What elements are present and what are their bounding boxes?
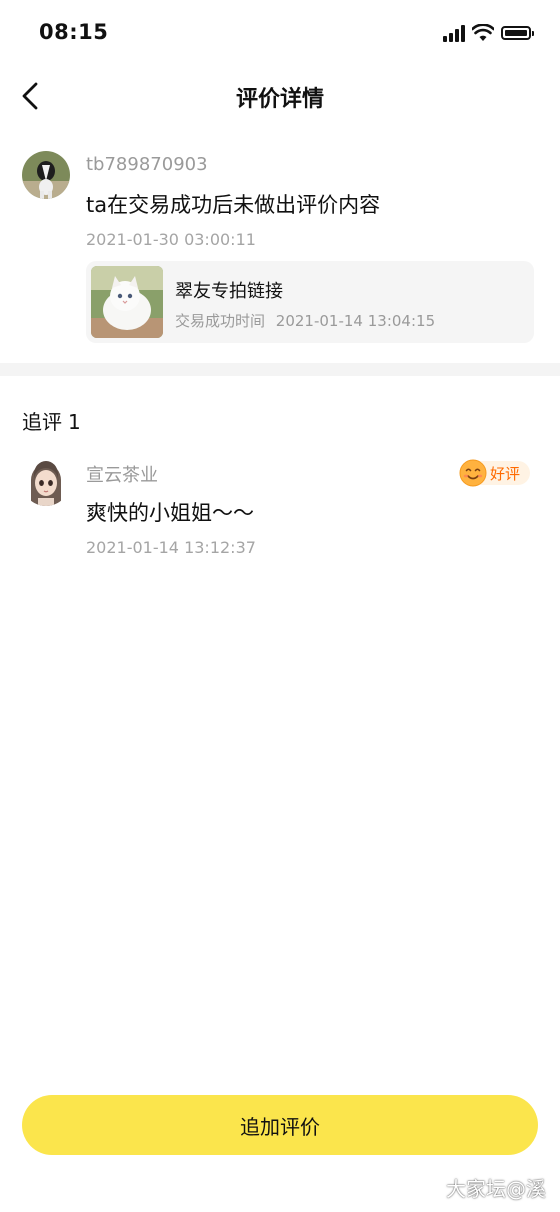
- trade-time-value: 2021-01-14 13:04:15: [275, 312, 436, 330]
- followup-time: 2021-01-14 13:12:37: [86, 538, 256, 557]
- smile-icon: [459, 459, 487, 487]
- followup-count: 1: [68, 410, 81, 434]
- product-trade-time: 交易成功时间 2021-01-14 13:04:15: [175, 310, 435, 331]
- add-review-button[interactable]: 追加评价: [22, 1095, 538, 1155]
- section-divider: [0, 363, 560, 376]
- product-thumbnail: [91, 266, 163, 338]
- status-bar: 08:15: [0, 0, 560, 64]
- rating-label: 好评: [490, 465, 521, 483]
- wifi-icon: [472, 24, 494, 41]
- followup-username[interactable]: 宣云茶业: [86, 461, 158, 487]
- product-name: 翠友专拍链接: [175, 281, 283, 302]
- page-title: 评价详情: [235, 87, 324, 112]
- followup-content: 爽快的小姐姐～～: [86, 501, 254, 525]
- followup-header: 追评 1: [22, 406, 81, 435]
- seller-avatar[interactable]: [22, 458, 70, 506]
- cellular-signal-icon: [443, 25, 465, 42]
- watermark: 大家坛@溪: [446, 1177, 546, 1201]
- status-time: 08:15: [39, 20, 109, 44]
- reviewer-name[interactable]: tb789870903: [86, 154, 208, 175]
- reviewer-avatar[interactable]: [22, 151, 70, 199]
- nav-bar: 评价详情: [0, 64, 560, 128]
- trade-time-label: 交易成功时间: [175, 312, 266, 330]
- followup-title: 追评: [22, 410, 62, 434]
- product-card[interactable]: 翠友专拍链接 交易成功时间 2021-01-14 13:04:15: [86, 261, 534, 343]
- review-time: 2021-01-30 03:00:11: [86, 230, 256, 249]
- battery-icon: [501, 26, 534, 40]
- review-content: ta在交易成功后未做出评价内容: [86, 193, 381, 217]
- rating-badge: 好评: [459, 459, 530, 487]
